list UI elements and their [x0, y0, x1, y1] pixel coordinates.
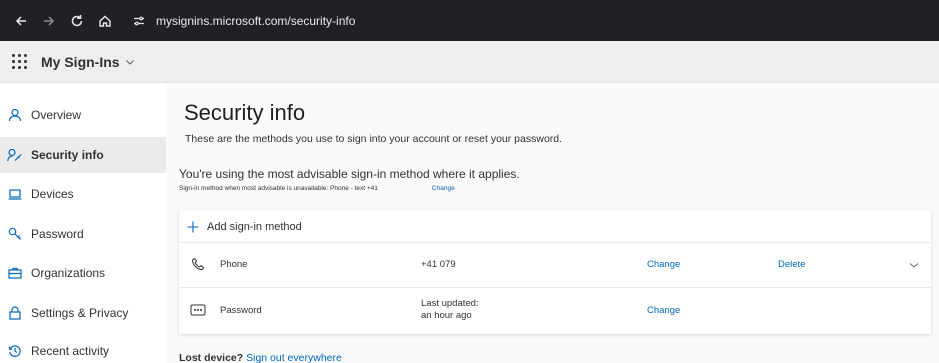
reload-button[interactable] — [66, 10, 88, 32]
site-info-button[interactable] — [128, 10, 150, 32]
chevron-down-icon[interactable] — [125, 57, 135, 67]
methods-card: Add sign-in method Phone +41 079 Change … — [179, 210, 931, 334]
sidebar-item-label: Password — [31, 227, 84, 241]
sidebar-item-label: Security info — [31, 148, 104, 162]
page-subtitle: These are the methods you use to sign in… — [185, 133, 563, 145]
reload-icon — [71, 14, 83, 26]
method-detail: Last updated: an hour ago — [421, 298, 479, 322]
address-bar[interactable]: mysignins.microsoft.com/security-info — [128, 7, 355, 35]
add-sign-in-method-label: Add sign-in method — [207, 220, 302, 233]
page-title: Security info — [184, 100, 306, 125]
redacted-number — [377, 184, 426, 192]
browser-toolbar: mysignins.microsoft.com/security-info — [0, 0, 939, 41]
phone-icon — [190, 256, 206, 272]
forward-button[interactable] — [38, 10, 60, 32]
home-button[interactable] — [94, 10, 116, 32]
add-method-row: Add sign-in method — [179, 210, 931, 243]
fallback-method-text: Sign-in method when most advisable is un… — [179, 184, 378, 192]
sidebar-item-settings-privacy[interactable]: Settings & Privacy — [0, 295, 166, 331]
app-title[interactable]: My Sign-Ins — [41, 54, 120, 70]
sidebar-item-label: Overview — [31, 108, 82, 122]
advisable-method-message: You're using the most advisable sign-in … — [179, 167, 520, 181]
person-icon — [7, 107, 23, 123]
app-header: My Sign-Ins — [0, 41, 939, 83]
sidebar-item-overview[interactable]: Overview — [0, 97, 166, 133]
method-name: Phone — [220, 259, 248, 270]
lost-device-line: Lost device? Sign out everywhere — [179, 352, 342, 363]
key-icon — [7, 226, 23, 242]
plus-icon — [186, 220, 200, 234]
add-sign-in-method-button[interactable]: Add sign-in method — [179, 210, 931, 243]
change-default-method-link[interactable]: Change — [432, 185, 455, 192]
tune-icon — [134, 16, 144, 25]
lost-device-label: Lost device? — [179, 352, 244, 363]
sign-out-everywhere-link[interactable]: Sign out everywhere — [246, 352, 342, 363]
security-info-icon — [7, 147, 23, 163]
laptop-icon — [7, 186, 23, 202]
method-name: Password — [220, 305, 262, 316]
briefcase-icon — [7, 265, 23, 281]
last-updated-label: Last updated: — [421, 298, 479, 309]
fallback-method-info: Sign-in method when most advisable is un… — [179, 184, 455, 192]
chevron-down-icon[interactable] — [908, 259, 920, 271]
delete-phone-link[interactable]: Delete — [778, 259, 805, 270]
app-launcher-icon[interactable] — [11, 54, 27, 70]
sidebar-item-password[interactable]: Password — [0, 216, 166, 252]
method-row-password: Password Last updated: an hour ago Chang… — [179, 288, 931, 334]
sidebar-item-label: Organizations — [31, 266, 106, 280]
last-updated-value: an hour ago — [421, 310, 472, 321]
history-icon — [7, 343, 23, 359]
sidebar-item-label: Devices — [31, 187, 74, 201]
password-dots-icon — [190, 302, 206, 318]
arrow-right-icon — [44, 15, 55, 26]
sidebar-item-recent-activity[interactable]: Recent activity — [0, 333, 166, 363]
main-content: Security info These are the methods you … — [166, 83, 939, 363]
sidebar-item-label: Recent activity — [31, 344, 110, 358]
sidebar-item-organizations[interactable]: Organizations — [0, 255, 166, 291]
change-password-link[interactable]: Change — [647, 305, 680, 316]
sidebar-item-label: Settings & Privacy — [31, 306, 129, 320]
arrow-left-icon — [15, 15, 26, 26]
home-icon — [99, 15, 111, 27]
sidebar-item-security-info[interactable]: Security info — [0, 137, 166, 173]
url-text: mysignins.microsoft.com/security-info — [156, 13, 356, 28]
method-detail: +41 079 — [421, 259, 456, 270]
method-row-phone: Phone +41 079 Change Delete — [179, 243, 931, 288]
sidebar: Overview Security info Devices Password … — [0, 83, 166, 363]
change-phone-link[interactable]: Change — [647, 259, 680, 270]
lock-icon — [7, 305, 23, 321]
back-button[interactable] — [10, 10, 32, 32]
sidebar-item-devices[interactable]: Devices — [0, 176, 166, 212]
